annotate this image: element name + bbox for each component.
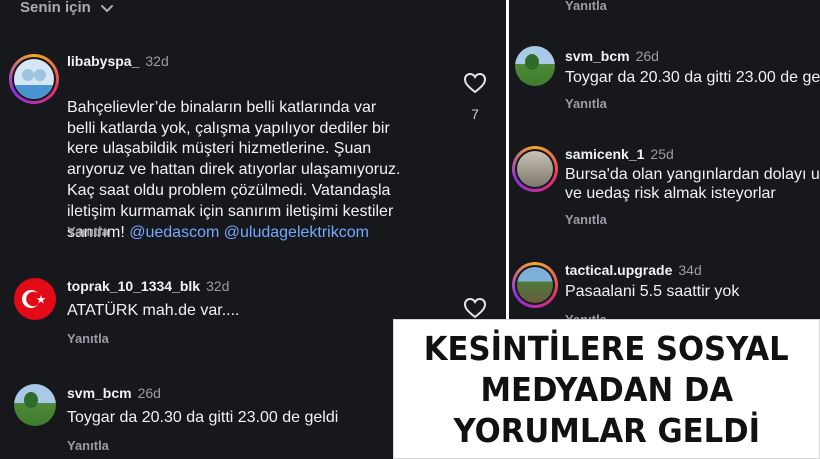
comment-username[interactable]: svm_bcm 26d <box>565 48 659 64</box>
like-count: 7 <box>471 106 479 122</box>
avatar[interactable] <box>9 54 59 104</box>
comment-text: Toygar da 20.30 da gitti 23.00 de geldi <box>565 69 820 86</box>
comment-time: 32d <box>145 53 169 69</box>
reply-button[interactable]: Yanıtla <box>565 0 607 13</box>
heart-outline-icon <box>463 72 487 94</box>
mention-link[interactable]: @uludagelektrikcom <box>224 224 369 241</box>
mention-link[interactable]: @uedascom <box>129 224 219 241</box>
reply-button[interactable]: Yanıtla <box>565 212 607 227</box>
comment-time: 34d <box>678 262 702 278</box>
comment-username[interactable]: samicenk_1 25d <box>565 146 674 162</box>
comment-username[interactable]: svm_bcm 26d <box>67 385 161 401</box>
crescent-star-icon <box>22 290 46 308</box>
comment-username[interactable]: tactical.upgrade 34d <box>565 262 702 278</box>
headline-line: YORUMLAR GELDİ <box>453 410 760 450</box>
turkish-flag-avatar[interactable] <box>14 278 56 320</box>
comment-time: 26d <box>635 48 659 64</box>
reply-button[interactable]: Yanıtla <box>67 224 109 239</box>
comment-time: 32d <box>206 278 230 294</box>
news-headline-box: KESİNTİLERE SOSYAL MEDYADAN DA YORUMLAR … <box>393 319 820 459</box>
like-button[interactable] <box>463 297 487 319</box>
comment-username[interactable]: toprak_10_1334_blk 32d <box>67 278 229 294</box>
reply-button[interactable]: Yanıtla <box>565 96 607 111</box>
headline-line: KESİNTİLERE SOSYAL <box>423 328 789 368</box>
comment-text: Bahçelievler’de binaların belli katların… <box>67 98 401 241</box>
comment-time: 25d <box>650 146 674 162</box>
comment-username[interactable]: libabyspa_ 32d <box>67 53 169 69</box>
filter-label: Senin için <box>20 0 91 16</box>
comment-time: 26d <box>137 385 161 401</box>
reply-button[interactable]: Yanıtla <box>67 438 109 453</box>
reply-button[interactable]: Yanıtla <box>67 331 109 346</box>
headline-line: MEDYADAN DA <box>480 369 733 409</box>
avatar[interactable] <box>512 146 558 192</box>
avatar[interactable] <box>14 384 56 426</box>
comment-text: Pasaalani 5.5 saattir yok <box>565 283 740 300</box>
like-button[interactable] <box>463 72 487 94</box>
avatar[interactable] <box>512 262 558 308</box>
chevron-down-icon <box>100 4 113 12</box>
comment-text: Bursa'da olan yangınlardan dolayı u ve u… <box>565 166 820 202</box>
avatar[interactable] <box>515 46 555 86</box>
heart-outline-icon <box>463 297 487 319</box>
comment-sort-filter[interactable]: Senin için <box>20 0 115 16</box>
